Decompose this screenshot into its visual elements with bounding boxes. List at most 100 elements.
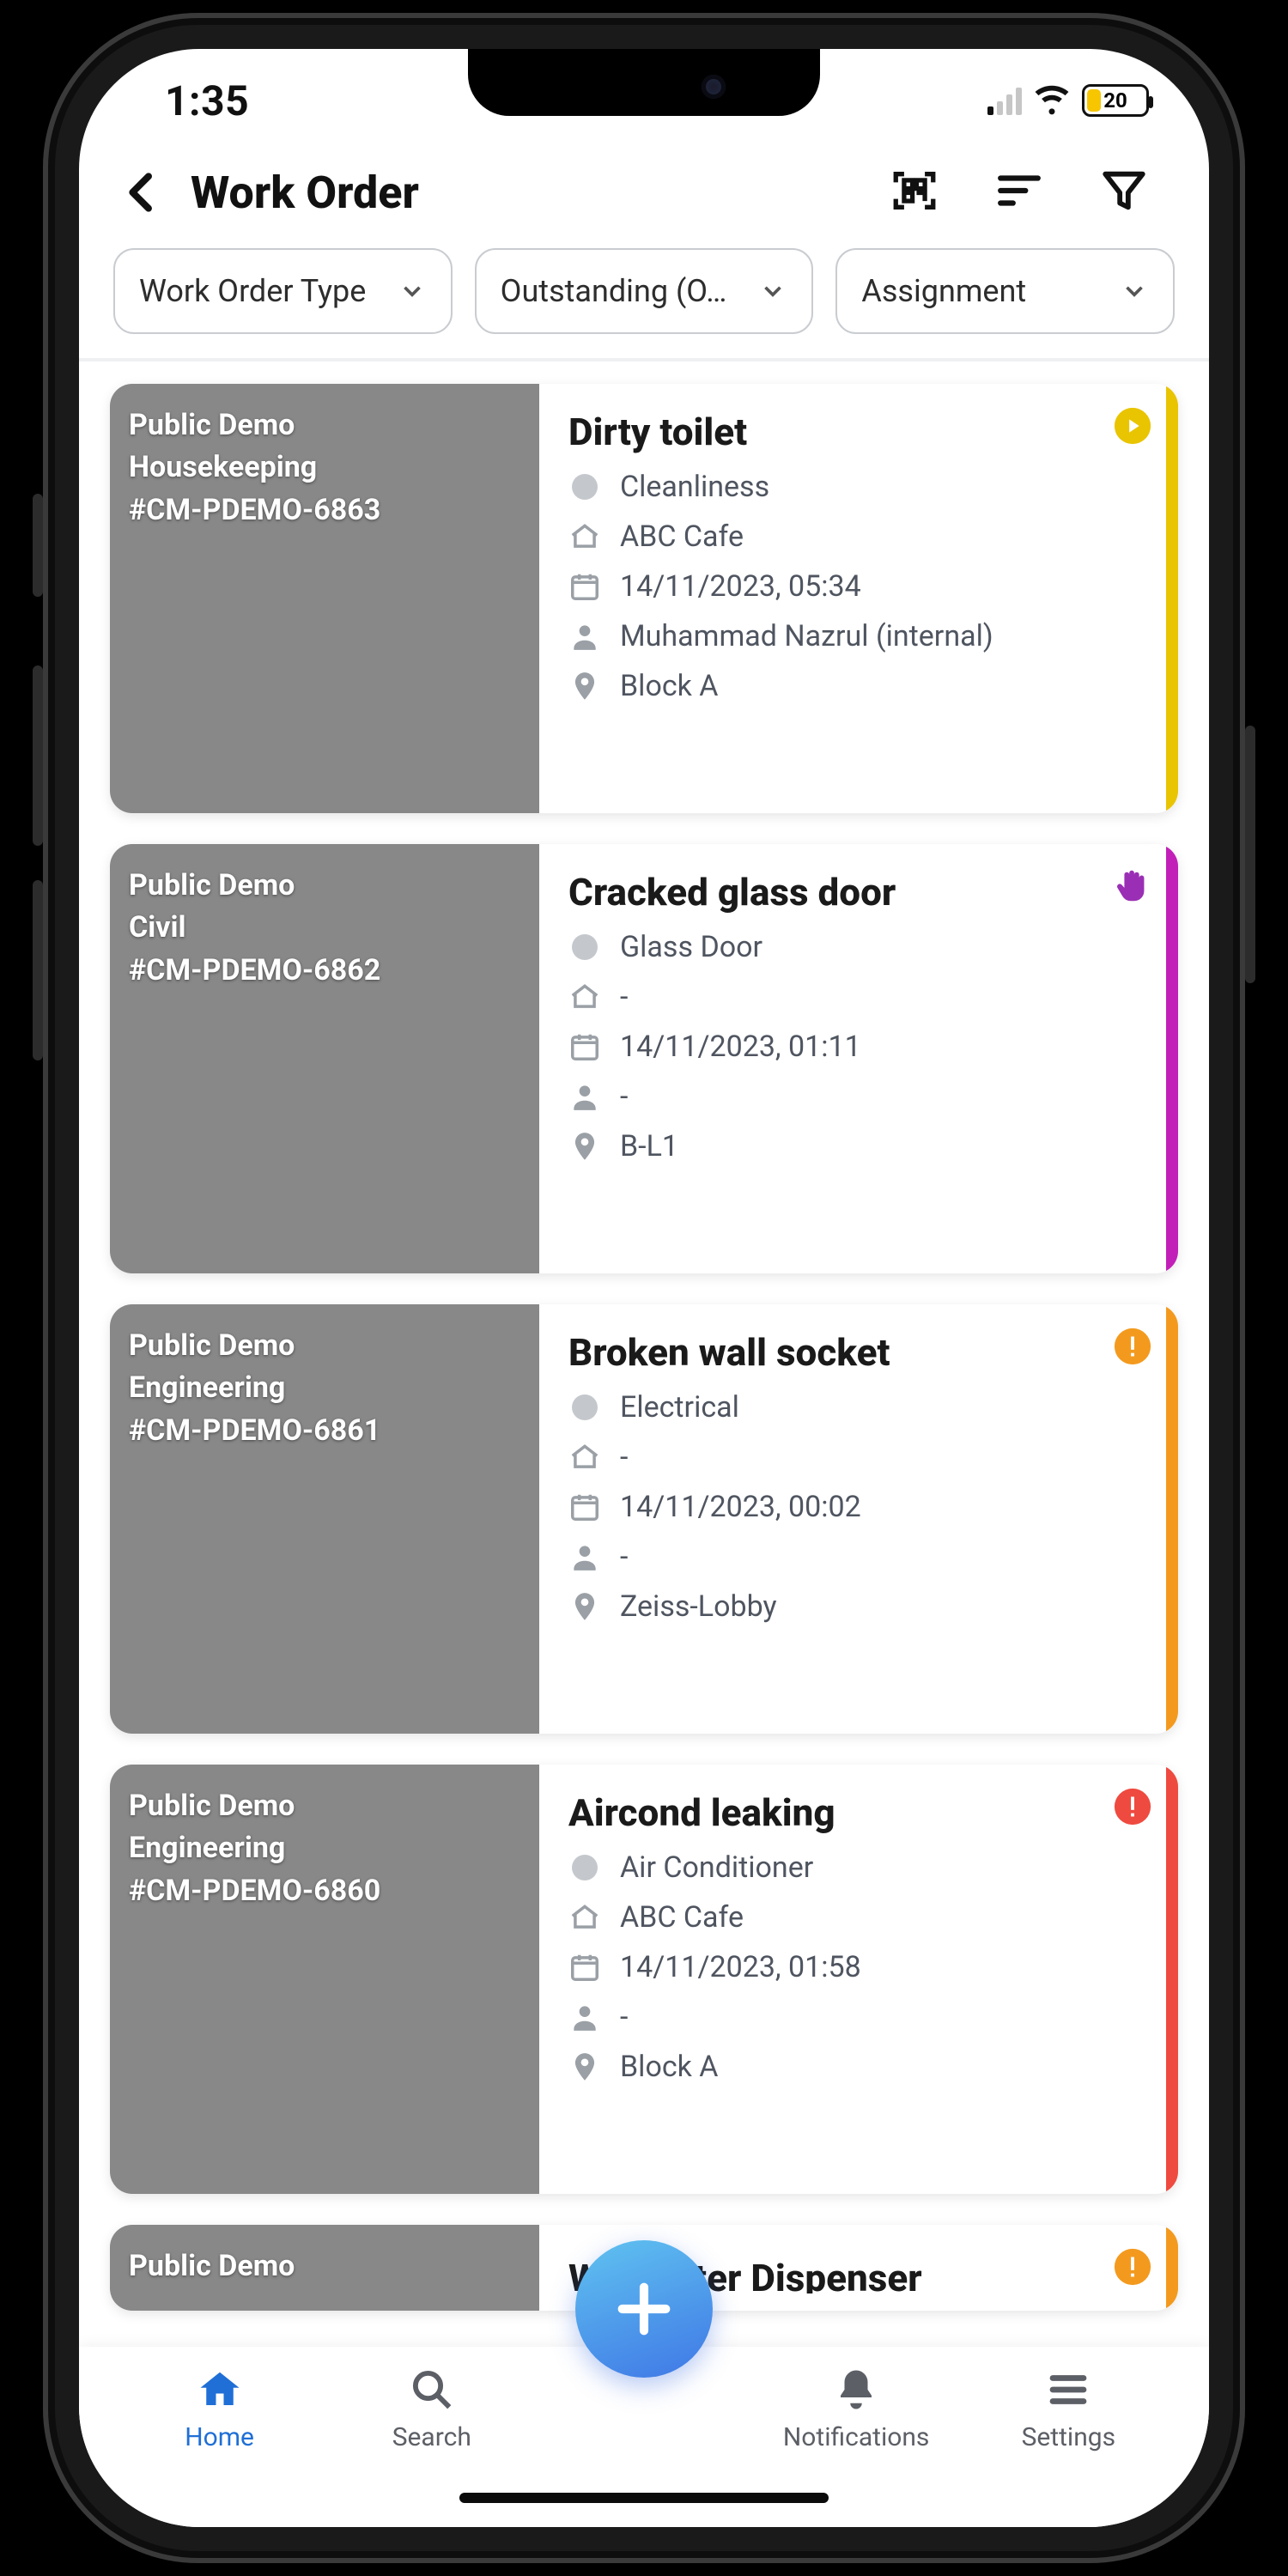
row-assignee: - (568, 1540, 1149, 1574)
dot-icon (568, 471, 601, 503)
overlay-line: #CM-PDEMO-6863 (129, 489, 531, 532)
status-badge-icon (1113, 1787, 1152, 1826)
work-order-thumbnail: Public DemoCivil#CM-PDEMO-6862 (110, 844, 539, 1273)
work-order-card[interactable]: Public DemoEngineering#CM-PDEMO-6861 Brok… (110, 1304, 1178, 1734)
row-datetime: 14/11/2023, 00:02 (568, 1490, 1149, 1524)
calendar-icon (568, 1951, 601, 1984)
tab-label: Notifications (783, 2422, 930, 2452)
thumbnail-overlay: Public DemoEngineering#CM-PDEMO-6861 (129, 1325, 531, 1452)
work-order-title: Broken wall socket (568, 1330, 1149, 1375)
search-icon (409, 2366, 455, 2414)
home-indicator[interactable] (459, 2493, 829, 2503)
filter-button[interactable] (1099, 166, 1149, 219)
work-order-card[interactable]: Public DemoHousekeeping#CM-PDEMO-6863 Dir… (110, 384, 1178, 813)
person-icon (568, 620, 601, 653)
calendar-icon (568, 1030, 601, 1063)
wifi-icon (1034, 81, 1070, 120)
calendar-icon (568, 570, 601, 603)
filter-status[interactable]: Outstanding (O… (475, 248, 814, 334)
overlay-line: Engineering (129, 1367, 531, 1409)
filter-bar: Work Order Type Outstanding (O… Assignme… (79, 245, 1209, 361)
device-notch (468, 49, 820, 116)
app-header: Work Order (79, 152, 1209, 245)
row-location: Block A (568, 669, 1149, 703)
status-badge-icon (1113, 866, 1152, 906)
dot-icon (568, 1851, 601, 1884)
priority-stripe (1166, 1765, 1178, 2194)
work-order-title: Dirty toilet (568, 410, 1149, 454)
pin-icon (568, 1590, 601, 1623)
create-work-order-button[interactable] (575, 2240, 713, 2378)
work-order-title: Aircond leaking (568, 1790, 1149, 1835)
chevron-down-icon (758, 276, 787, 306)
house-icon (568, 1901, 601, 1934)
row-assignee: - (568, 1079, 1149, 1114)
work-order-title: Cracked glass door (568, 870, 1149, 914)
overlay-line: Civil (129, 907, 531, 949)
overlay-line: Public Demo (129, 865, 531, 907)
overlay-line: Public Demo (129, 404, 531, 447)
row-category: Glass Door (568, 930, 1149, 964)
row-place: - (568, 980, 1149, 1014)
pin-icon (568, 1130, 601, 1163)
row-assignee: Muhammad Nazrul (internal) (568, 619, 1149, 653)
battery-indicator: 20 (1082, 84, 1149, 117)
row-datetime: 14/11/2023, 05:34 (568, 569, 1149, 604)
filter-assignment[interactable]: Assignment (835, 248, 1175, 334)
work-order-card[interactable]: Public DemoEngineering#CM-PDEMO-6860 Airc… (110, 1765, 1178, 2194)
work-order-card[interactable]: Public DemoCivil#CM-PDEMO-6862 Cracked gl… (110, 844, 1178, 1273)
tab-label: Settings (1022, 2422, 1116, 2452)
house-icon (568, 1441, 601, 1473)
tab-notifications[interactable]: Notifications (770, 2366, 942, 2452)
chevron-down-icon (398, 276, 427, 306)
row-place: - (568, 1440, 1149, 1474)
qr-scan-button[interactable] (890, 166, 939, 219)
work-order-thumbnail: Public DemoHousekeeping#CM-PDEMO-6863 (110, 384, 539, 813)
work-order-list[interactable]: Public DemoHousekeeping#CM-PDEMO-6863Dir… (79, 361, 1209, 2350)
row-category: Cleanliness (568, 470, 1149, 504)
priority-stripe (1166, 2225, 1178, 2311)
calendar-icon (568, 1491, 601, 1523)
thumbnail-overlay: Public DemoEngineering#CM-PDEMO-6860 (129, 1785, 531, 1912)
thumbnail-overlay: Public DemoCivil#CM-PDEMO-6862 (129, 865, 531, 992)
priority-stripe (1166, 844, 1178, 1273)
overlay-line: #CM-PDEMO-6862 (129, 950, 531, 992)
row-place: ABC Cafe (568, 519, 1149, 554)
row-datetime: 14/11/2023, 01:58 (568, 1950, 1149, 1984)
dot-icon (568, 1391, 601, 1424)
person-icon (568, 1540, 601, 1573)
row-place: ABC Cafe (568, 1900, 1149, 1935)
priority-stripe (1166, 1304, 1178, 1734)
tab-label: Search (392, 2422, 471, 2452)
priority-stripe (1166, 384, 1178, 813)
overlay-line: Housekeeping (129, 447, 531, 489)
row-location: Zeiss-Lobby (568, 1589, 1149, 1624)
work-order-thumbnail: Public DemoEngineering#CM-PDEMO-6861 (110, 1304, 539, 1734)
screen: 1:35 20 Work (79, 49, 1209, 2527)
bell-icon (833, 2366, 879, 2414)
dot-icon (568, 931, 601, 963)
house-icon (568, 981, 601, 1013)
filter-work-order-type[interactable]: Work Order Type (113, 248, 453, 334)
row-category: Electrical (568, 1390, 1149, 1425)
status-badge-icon (1113, 2247, 1152, 2287)
overlay-line: Engineering (129, 1827, 531, 1869)
tab-search[interactable]: Search (346, 2366, 518, 2452)
menu-icon (1045, 2366, 1091, 2414)
tab-settings[interactable]: Settings (982, 2366, 1154, 2452)
row-datetime: 14/11/2023, 01:11 (568, 1030, 1149, 1064)
pin-icon (568, 2050, 601, 2083)
person-icon (568, 2001, 601, 2033)
page-title: Work Order (191, 167, 419, 219)
row-location: Block A (568, 2050, 1149, 2084)
cell-signal-icon (987, 86, 1022, 115)
thumbnail-overlay: Public DemoHousekeeping#CM-PDEMO-6863 (129, 404, 531, 532)
tab-home[interactable]: Home (134, 2366, 306, 2452)
status-badge-icon (1113, 406, 1152, 446)
sort-button[interactable] (994, 166, 1044, 219)
home-icon (197, 2366, 243, 2414)
back-button[interactable] (118, 168, 167, 216)
status-time: 1:35 (165, 76, 249, 125)
work-order-thumbnail: Public DemoEngineering#CM-PDEMO-6860 (110, 1765, 539, 2194)
overlay-line: Public Demo (129, 1785, 531, 1827)
